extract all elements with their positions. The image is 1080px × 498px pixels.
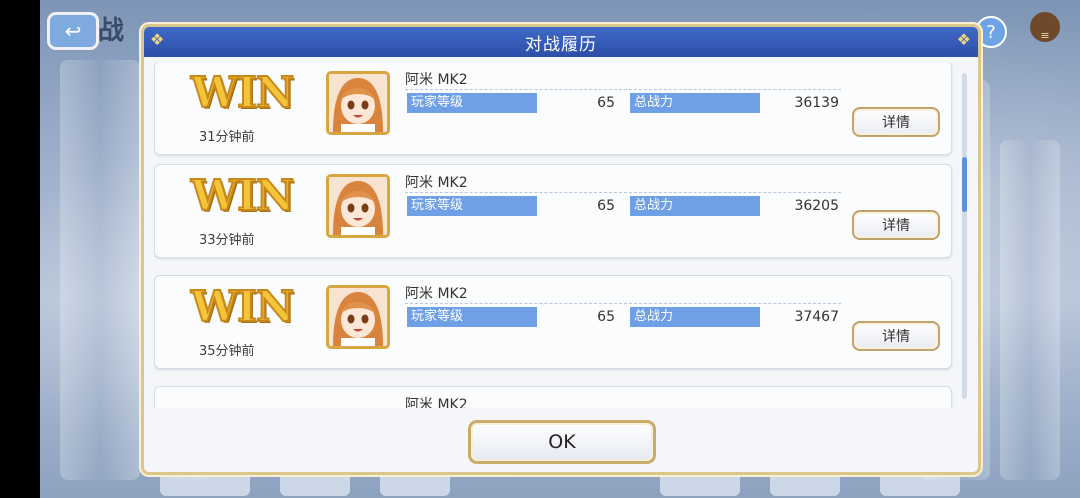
details-button[interactable]: 详情	[852, 107, 940, 137]
dialog-header: ❖ 对战履历 ❖	[144, 27, 978, 57]
player-name: 阿米 MK2	[405, 397, 468, 408]
character-portrait-icon	[329, 288, 387, 346]
win-label: WIN	[190, 281, 295, 332]
ok-button[interactable]: OK	[468, 420, 656, 464]
scrollbar-thumb[interactable]	[962, 157, 967, 212]
time-ago: 33分钟前	[199, 233, 255, 248]
details-button[interactable]: 详情	[852, 210, 940, 240]
total-power-value: 36139	[794, 95, 839, 111]
battle-record-card: 阿米 MK2	[154, 386, 952, 408]
divider	[405, 303, 841, 304]
details-button-label: 详情	[882, 329, 910, 345]
opponent-avatar	[326, 71, 390, 135]
battle-record-card: WIN 31分钟前 阿米 MK2 玩家等级 65 总战力 36139 详情	[154, 63, 952, 155]
player-level-label: 玩家等级	[407, 93, 537, 113]
win-label: WIN	[190, 67, 295, 118]
player-name: 阿米 MK2	[405, 72, 468, 88]
screen-title: 战	[98, 16, 125, 46]
details-button-label: 详情	[882, 218, 910, 234]
corner-ornament-icon: ❖	[150, 30, 166, 49]
total-power-value: 36205	[794, 198, 839, 214]
time-ago: 31分钟前	[199, 130, 255, 145]
player-level-value: 65	[597, 198, 615, 214]
player-level-value: 65	[597, 95, 615, 111]
opponent-avatar	[326, 174, 390, 238]
total-power-label: 总战力	[630, 93, 760, 113]
back-arrow-icon: ↩	[64, 19, 82, 43]
battle-history-dialog: ❖ 对战履历 ❖ WIN 31分钟前 阿米 MK2 玩家等级 65 总战力 36…	[141, 24, 981, 475]
menu-button[interactable]: ≡	[1030, 12, 1060, 42]
character-portrait-icon	[329, 74, 387, 132]
dialog-title: 对战履历	[525, 34, 597, 55]
total-power-label: 总战力	[630, 307, 760, 327]
player-level-value: 65	[597, 309, 615, 325]
battle-record-card: WIN 35分钟前 阿米 MK2 玩家等级 65 总战力 37467 详情	[154, 275, 952, 369]
menu-icon: ≡	[1040, 29, 1050, 42]
battle-record-list[interactable]: WIN 31分钟前 阿米 MK2 玩家等级 65 总战力 36139 详情 WI…	[154, 63, 954, 408]
battle-record-card: WIN 33分钟前 阿米 MK2 玩家等级 65 总战力 36205 详情	[154, 164, 952, 258]
details-button-label: 详情	[882, 115, 910, 131]
time-ago: 35分钟前	[199, 344, 255, 359]
divider	[405, 192, 841, 193]
question-icon: ?	[986, 21, 996, 43]
details-button[interactable]: 详情	[852, 321, 940, 351]
player-level-label: 玩家等级	[407, 196, 537, 216]
back-button[interactable]: ↩	[47, 12, 99, 50]
scrollbar-track[interactable]	[962, 73, 967, 399]
win-label: WIN	[190, 170, 295, 221]
total-power-label: 总战力	[630, 196, 760, 216]
corner-ornament-icon: ❖	[956, 30, 972, 49]
total-power-value: 37467	[794, 309, 839, 325]
character-portrait-icon	[329, 177, 387, 235]
opponent-avatar	[326, 285, 390, 349]
player-level-label: 玩家等级	[407, 307, 537, 327]
divider	[405, 89, 841, 90]
player-name: 阿米 MK2	[405, 175, 468, 191]
ok-button-label: OK	[548, 431, 576, 453]
player-name: 阿米 MK2	[405, 286, 468, 302]
